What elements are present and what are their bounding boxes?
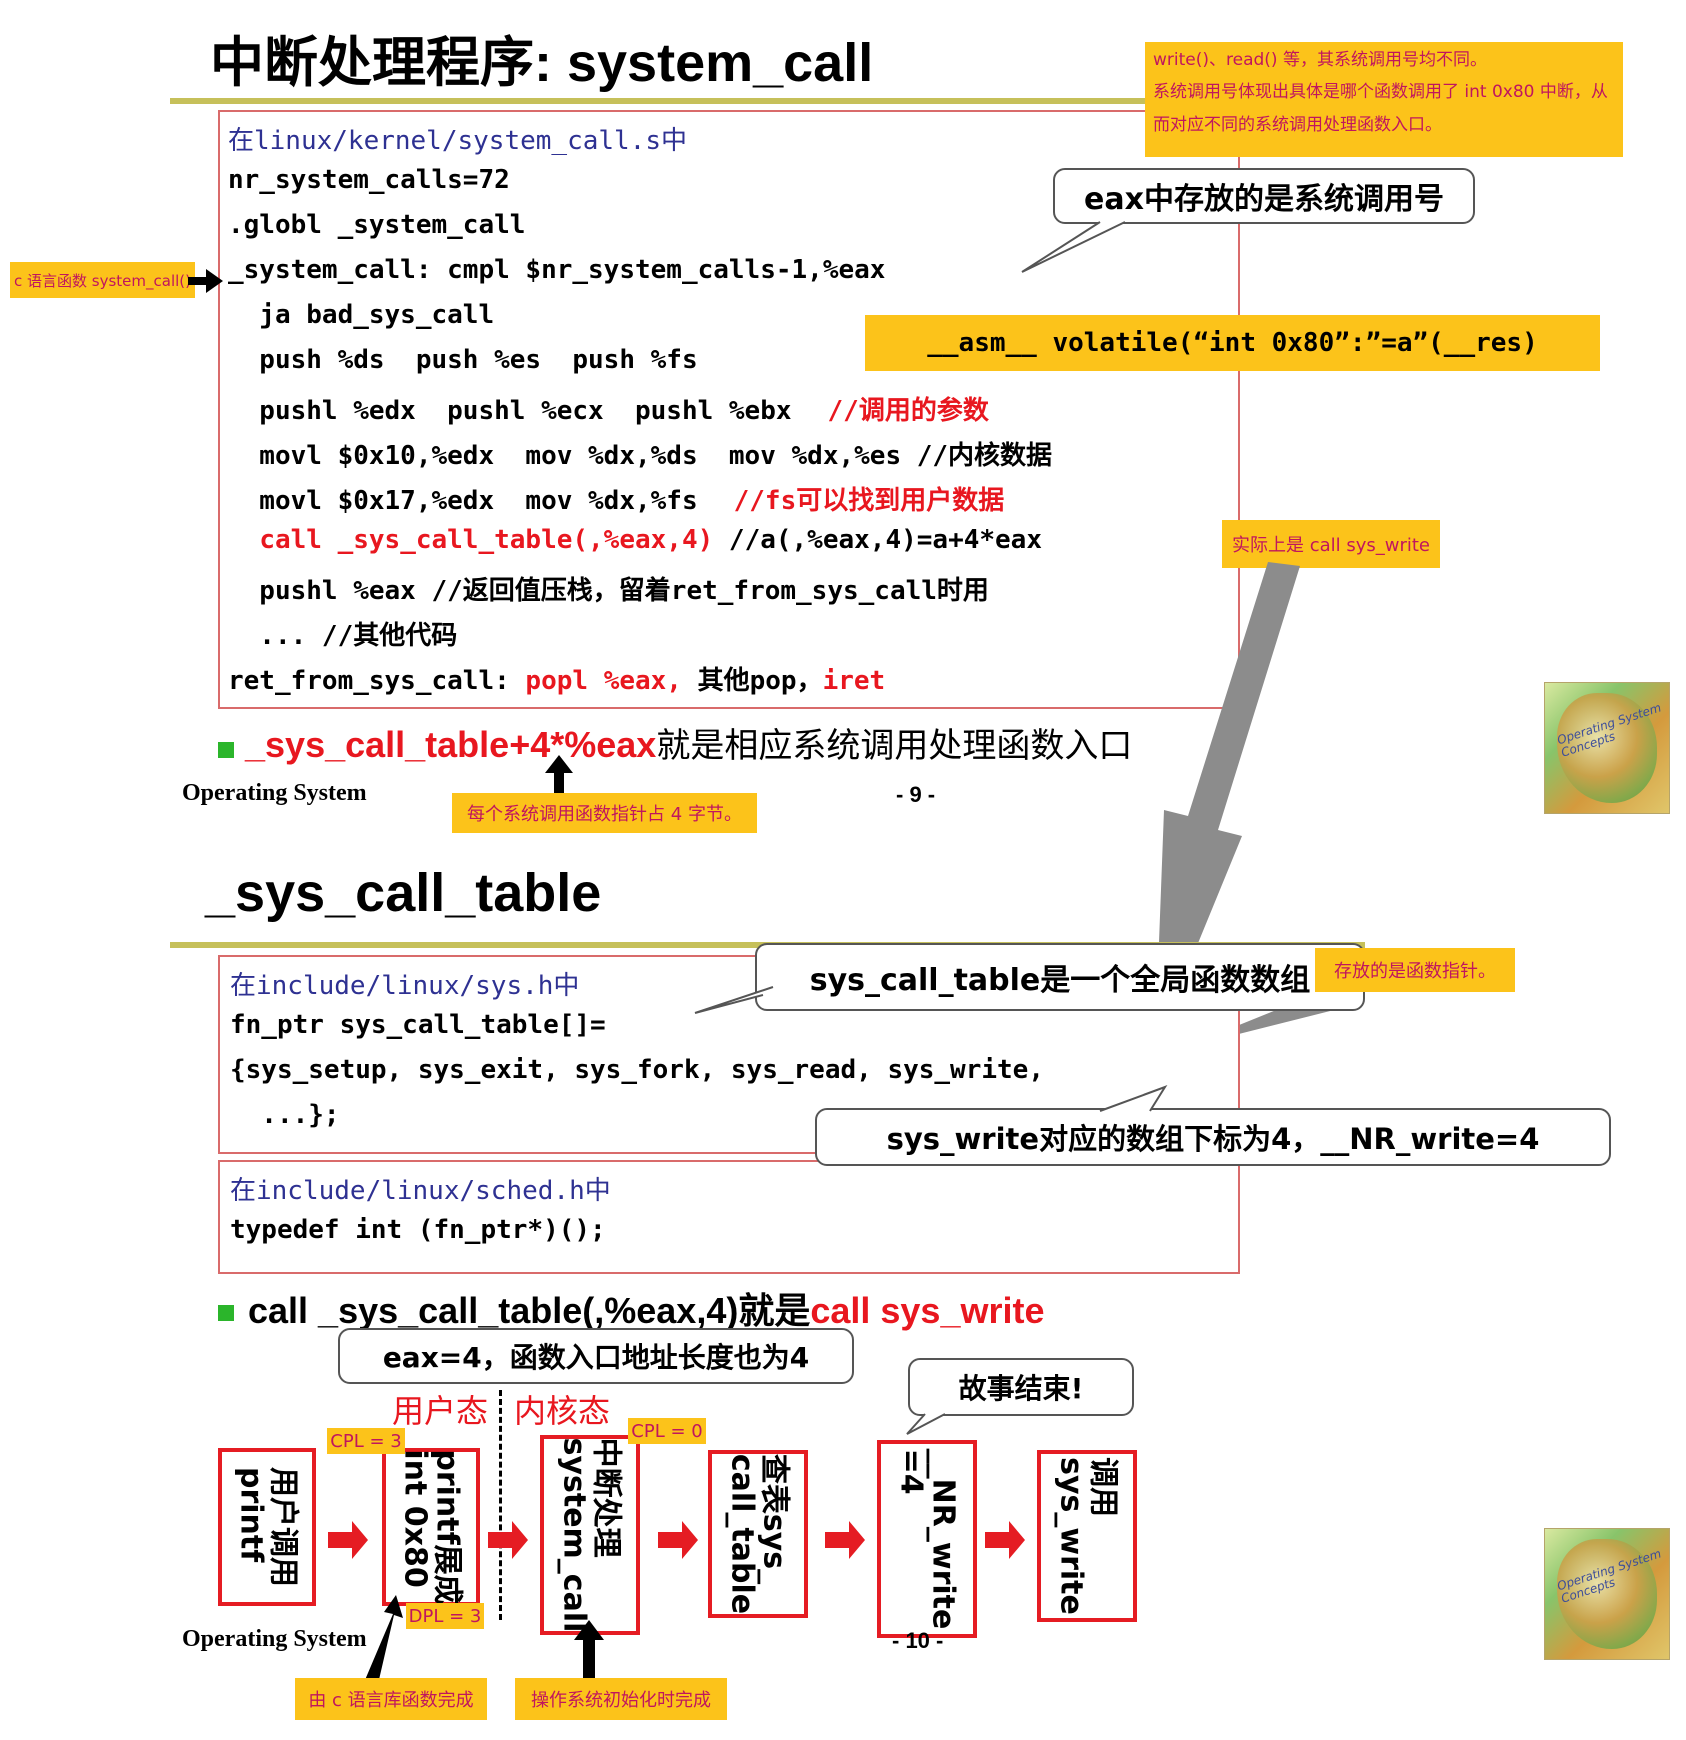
comment-fs: //fs可以找到用户数据 (733, 486, 1005, 516)
mode-divider (499, 1390, 502, 1620)
bullet-red-text: call sys_write (810, 1290, 1045, 1331)
flow-step-call-sys-write: 调用 sys_write (1037, 1450, 1137, 1622)
note-os-init: 操作系统初始化时完成 (515, 1678, 727, 1720)
slide2-code2-header: 在include/linux/sched.h中 (230, 1176, 611, 1206)
call-comment: //a(,%eax,4)=a+4*eax (713, 525, 1042, 555)
flow-step-label: 中断处理 system_call (557, 1437, 624, 1633)
code-line-text: pushl %edx pushl %ecx pushl %ebx (228, 396, 792, 426)
slide1-code-header: 在linux/kernel/system_call.s中 (228, 126, 687, 156)
flow-step-int-0x80: printf展成 int 0x80 (382, 1448, 480, 1606)
bubble-eax-4: eax=4，函数入口地址长度也为4 (338, 1328, 854, 1384)
bullet-square (218, 1305, 234, 1321)
tag-dpl-3: DPL = 3 (406, 1603, 484, 1629)
note-call-sys-write: 实际上是 call sys_write (1222, 520, 1440, 568)
code-line-ret: ret_from_sys_call: popl %eax, 其他pop，iret (228, 660, 1052, 705)
flow-step-label: 用户调用 printf (234, 1467, 301, 1587)
code-line: _system_call: cmpl $nr_system_calls-1,%e… (228, 255, 886, 285)
flow-step-lookup-table: 查表sys_ call_table (708, 1450, 808, 1618)
ret-label: ret_from_sys_call: (228, 666, 526, 696)
bullet-black-text: 就是相应系统调用处理函数入口 (656, 726, 1133, 766)
code-line: fn_ptr sys_call_table[]= (230, 1010, 606, 1040)
ret-other: 其他pop， (681, 666, 823, 696)
code-line: {sys_setup, sys_exit, sys_fork, sys_read… (230, 1055, 1044, 1085)
code-line: .globl _system_call (228, 210, 526, 240)
ret-popl: popl %eax, (525, 666, 682, 696)
bubble-story-end-pointer (906, 1413, 946, 1435)
call-sys-call-table: call _sys_call_table(,%eax,4) (259, 525, 714, 555)
comment-params: //调用的参数 (827, 396, 989, 426)
code-line: movl $0x10,%edx mov %dx,%ds mov %dx,%es … (228, 441, 1053, 471)
label-kernel-mode: 内核态 (514, 1392, 611, 1430)
label-user-mode: 用户态 (392, 1392, 489, 1430)
slide2-footer: Operating System (182, 1626, 367, 1652)
arrow-right-icon (188, 269, 223, 293)
bullet-red-text: _sys_call_table+4*%eax (245, 724, 657, 765)
note-c-library: 由 c 语言库函数完成 (295, 1678, 487, 1720)
slide2-code1-header: 在include/linux/sys.h中 (230, 971, 580, 1001)
slide2-title: _sys_call_table (205, 863, 602, 923)
note-function-pointer: 存放的是函数指针。 (1315, 948, 1515, 992)
ret-iret: iret (822, 666, 886, 696)
code-line: movl $0x17,%edx mov %dx,%fs //fs可以找到用户数据 (228, 480, 1052, 525)
tag-cpl-0: CPL = 0 (628, 1418, 706, 1444)
bubble-sys-write-index: sys_write对应的数组下标为4，__NR_write=4 (815, 1108, 1611, 1166)
note-c-system-call: c 语言函数 system_call() (10, 262, 195, 298)
slide2-page-number: - 10 - (892, 1628, 944, 1653)
bullet-syscall-entry: _sys_call_table+4*%eax就是相应系统调用处理函数入口 (245, 718, 1132, 767)
note-syscall-number: write()、read() 等，其系统调用号均不同。 系统调用号体现出具体是哪… (1145, 42, 1623, 157)
asm-int-0x80-box: __asm__ volatile(“int 0x80”:”=a”(__res) (865, 315, 1600, 371)
code-line: pushl %edx pushl %ecx pushl %ebx //调用的参数 (228, 390, 1052, 435)
code-line: ... //其他代码 (228, 621, 458, 651)
slide1-code-lines: nr_system_calls=72 .globl _system_call _… (228, 165, 1052, 705)
flow-step-label: 调用 sys_write (1054, 1457, 1121, 1615)
book-cover-image: Operating System Concepts (1544, 1528, 1670, 1660)
code-line: nr_system_calls=72 (228, 165, 510, 195)
bubble-sys-write-pointer (1099, 1085, 1168, 1112)
slide1-title-rule (170, 98, 1180, 104)
flow-step-system-call: 中断处理 system_call (540, 1435, 640, 1635)
bubble-eax-pointer (1021, 221, 1126, 273)
note-pointer-4-bytes: 每个系统调用函数指针占 4 字节。 (452, 793, 757, 833)
code-line: pushl %eax //返回值压栈，留着ret_from_sys_call时用 (228, 576, 989, 606)
code-line-text: movl $0x17,%edx mov %dx,%fs (228, 486, 698, 516)
bullet-black-text: call _sys_call_table(,%eax,4)就是 (248, 1290, 811, 1331)
flow-step-user-printf: 用户调用 printf (218, 1448, 316, 1606)
slide1-footer: Operating System (182, 780, 367, 806)
flow-step-label: printf展成 int 0x80 (398, 1449, 465, 1605)
bubble-eax-syscall-number: eax中存放的是系统调用号 (1053, 168, 1475, 224)
tag-cpl-3: CPL = 3 (327, 1428, 405, 1454)
flow-step-label: __NR_write =4 (894, 1448, 961, 1630)
bubble-global-array-pointer (694, 986, 774, 1014)
flow-step-nr-write: __NR_write =4 (877, 1440, 977, 1638)
flow-step-label: 查表sys_ call_table (725, 1453, 792, 1615)
slide1-title: 中断处理程序: system_call (210, 33, 874, 93)
book-cover-image: Operating System Concepts (1544, 682, 1670, 814)
bubble-story-end: 故事结束! (908, 1358, 1134, 1416)
bullet-square (218, 742, 234, 758)
code-line: typedef int (fn_ptr*)(); (230, 1215, 606, 1245)
bubble-global-array: sys_call_table是一个全局函数数组 (755, 943, 1365, 1011)
bullet-call-sys-write: call _sys_call_table(,%eax,4)就是call sys_… (248, 1282, 1045, 1334)
code-line-indent (228, 525, 259, 555)
slide1-page-number: - 9 - (896, 782, 936, 807)
code-line: call _sys_call_table(,%eax,4) //a(,%eax,… (228, 525, 1052, 570)
